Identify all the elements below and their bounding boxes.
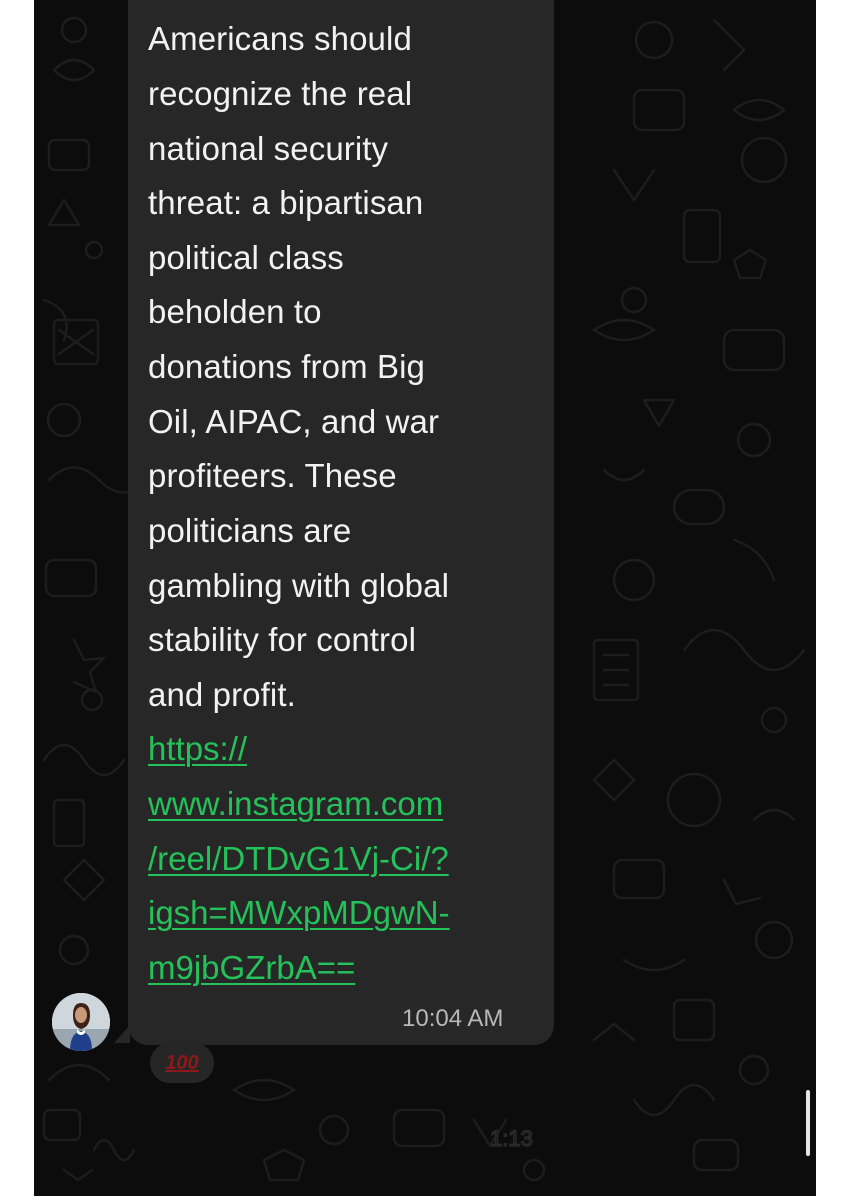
person-avatar-icon bbox=[52, 993, 110, 1051]
instagram-link[interactable]: igsh=MWxpMDgwN- bbox=[148, 893, 450, 933]
instagram-link[interactable]: /reel/DTDvG1Vj-Ci/? bbox=[148, 839, 449, 879]
message-reaction[interactable]: 100 bbox=[150, 1043, 214, 1083]
message-text-line: politicians are bbox=[148, 512, 352, 549]
scrollbar[interactable] bbox=[806, 1090, 810, 1156]
chat-screen: 1:13 Americans should recognize the real… bbox=[34, 0, 816, 1196]
message-text-line: and profit. bbox=[148, 676, 296, 713]
message-text-line: Oil, AIPAC, and war bbox=[148, 403, 440, 440]
message-text-line: threat: a bipartisan bbox=[148, 184, 424, 221]
instagram-link[interactable]: www.instagram.com bbox=[148, 784, 443, 824]
message-text-line: beholden to bbox=[148, 293, 322, 330]
instagram-link[interactable]: https:// bbox=[148, 729, 247, 769]
hundred-points-icon: 100 bbox=[165, 1051, 199, 1074]
message-text-line: national security bbox=[148, 130, 389, 167]
message-text-line: profiteers. These bbox=[148, 457, 397, 494]
message-text-line: recognize the real bbox=[148, 75, 413, 112]
message-timestamp: 10:04 AM bbox=[402, 1005, 504, 1032]
instagram-link[interactable]: m9jbGZrbA== bbox=[148, 948, 355, 988]
message-text-line: stability for control bbox=[148, 621, 417, 658]
message-bubble-tail bbox=[114, 1025, 130, 1043]
message-text-line: donations from Big bbox=[148, 348, 425, 385]
svg-text:1:13: 1:13 bbox=[490, 1126, 533, 1151]
message-text-line: Americans should bbox=[148, 20, 412, 57]
message-text-line: gambling with global bbox=[148, 567, 450, 604]
sender-avatar[interactable] bbox=[52, 993, 110, 1051]
message-text-line: political class bbox=[148, 239, 344, 276]
